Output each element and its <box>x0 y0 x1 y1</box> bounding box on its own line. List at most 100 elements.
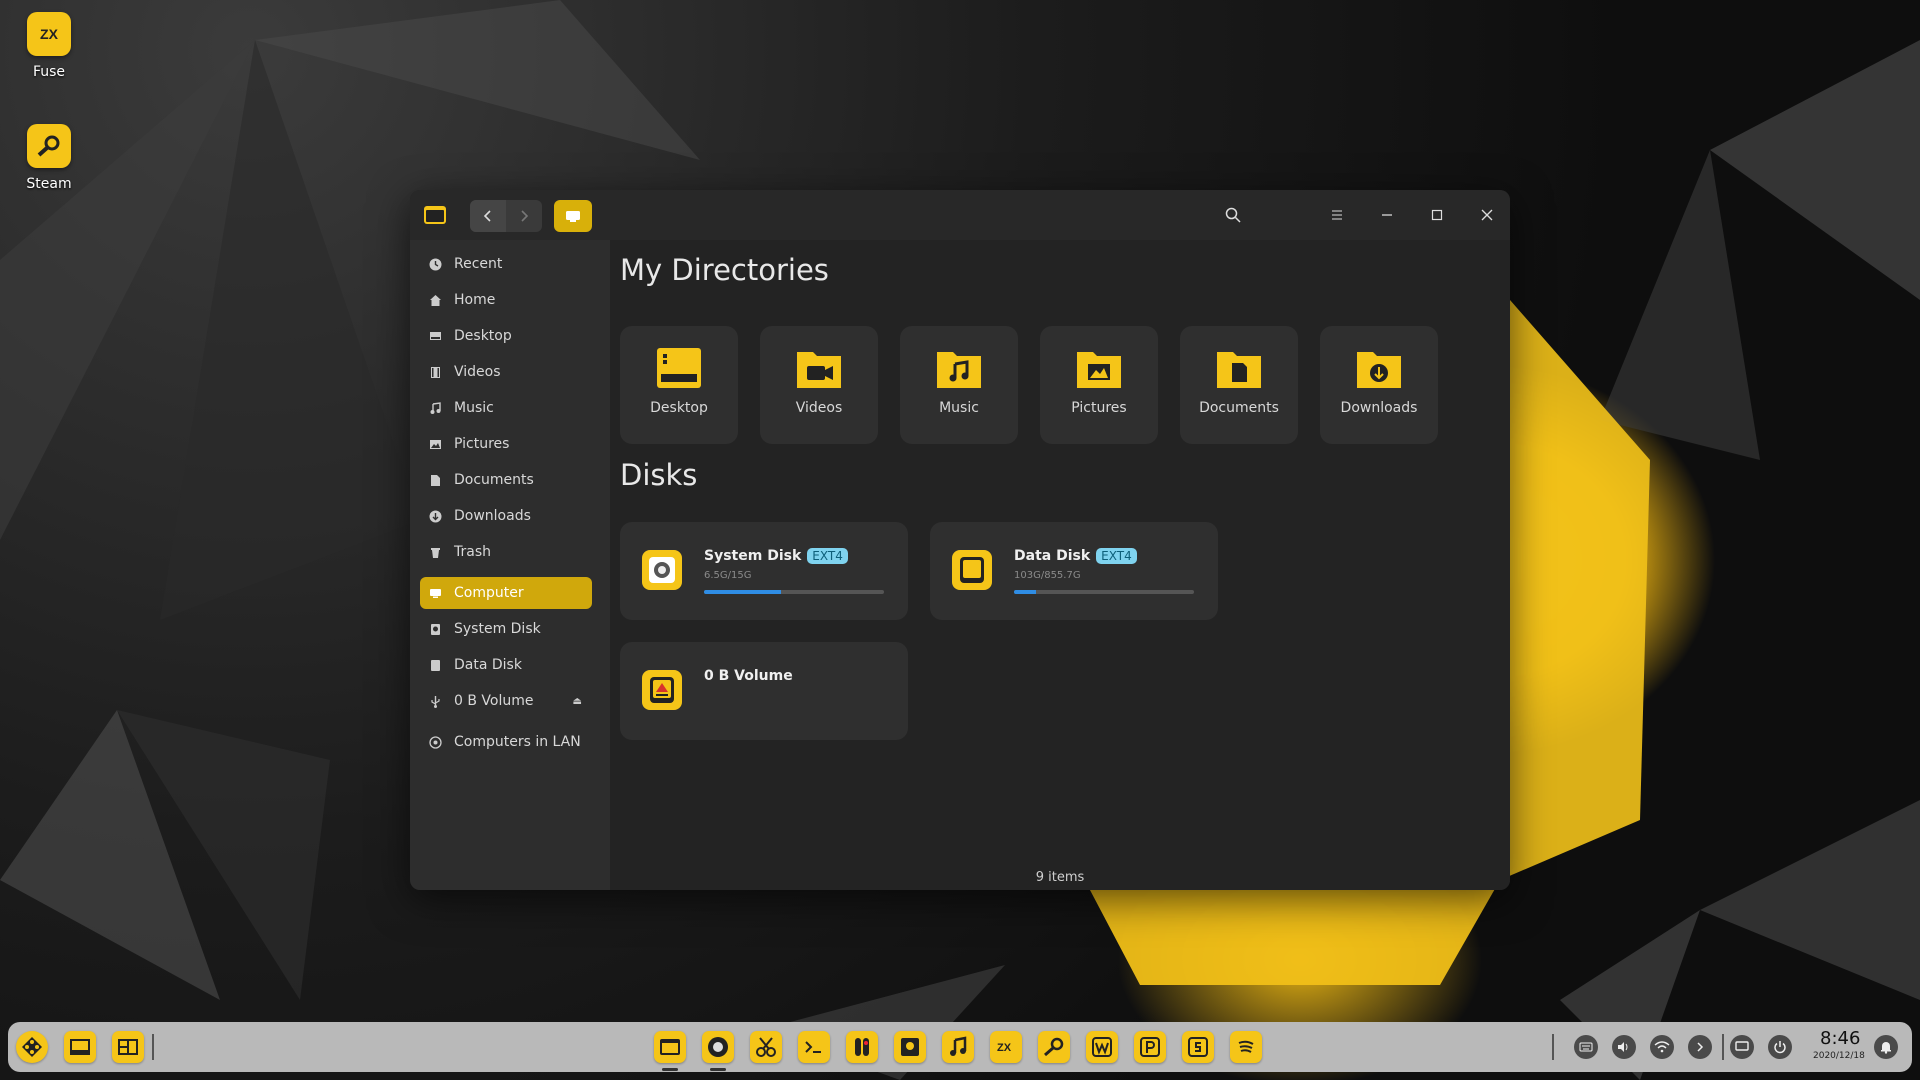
pictures-folder-icon <box>1077 352 1121 388</box>
dir-tile-music[interactable]: Music <box>900 326 1018 444</box>
disk-icon <box>428 622 442 636</box>
music-note-icon <box>428 401 442 415</box>
sidebar-item-lan[interactable]: Computers in LAN <box>420 726 592 758</box>
maximize-button[interactable] <box>1424 202 1450 228</box>
desktop-icon-label: Fuse <box>32 64 66 80</box>
keyboard-icon[interactable] <box>1574 1035 1598 1059</box>
dir-tile-desktop[interactable]: Desktop <box>620 326 738 444</box>
chevron-left-icon <box>483 210 491 222</box>
clock-date[interactable]: 2020/12/18 <box>1813 1051 1865 1061</box>
control-icon <box>855 1038 869 1056</box>
show-desktop-button[interactable] <box>64 1031 96 1063</box>
disk-card-volume[interactable]: 0 B Volume <box>620 642 908 740</box>
clock-time[interactable]: 8:46 <box>1820 1028 1860 1049</box>
desktop-icon-label: Steam <box>26 176 72 192</box>
launcher-icon <box>22 1037 42 1057</box>
taskbar-app-terminal[interactable] <box>798 1031 830 1063</box>
steam-icon <box>27 124 71 168</box>
sidebar-item-label: Desktop <box>454 328 512 344</box>
notification-bell-icon[interactable] <box>1874 1035 1898 1059</box>
sidebar-item-system-disk[interactable]: System Disk <box>420 613 592 645</box>
svg-text:ZX: ZX <box>997 1042 1012 1054</box>
minimize-button[interactable] <box>1374 202 1400 228</box>
sidebar-item-pictures[interactable]: Pictures <box>420 428 592 460</box>
close-icon <box>1481 209 1493 221</box>
usb-icon <box>428 694 442 708</box>
fs-badge: EXT4 <box>1096 548 1137 564</box>
taskbar-app-music[interactable] <box>942 1031 974 1063</box>
screenshot-icon <box>756 1037 776 1057</box>
browser-icon <box>708 1037 728 1057</box>
film-icon <box>428 365 442 379</box>
dir-tile-pictures[interactable]: Pictures <box>1040 326 1158 444</box>
dir-tile-label: Downloads <box>1340 400 1418 416</box>
dir-tile-downloads[interactable]: Downloads <box>1320 326 1438 444</box>
power-icon[interactable] <box>1768 1035 1792 1059</box>
close-button[interactable] <box>1474 202 1500 228</box>
sidebar-item-downloads[interactable]: Downloads <box>420 500 592 532</box>
music-folder-icon <box>937 352 981 388</box>
disk-usage-bar <box>1014 590 1194 594</box>
disk-card-system[interactable]: System Disk EXT4 6.5G/15G <box>620 522 908 620</box>
videos-folder-icon <box>797 352 841 388</box>
disk-usage-bar <box>704 590 884 594</box>
taskbar-app-file-manager[interactable] <box>654 1031 686 1063</box>
image-icon <box>428 437 442 451</box>
sidebar-item-documents[interactable]: Documents <box>420 464 592 496</box>
disk-card-data[interactable]: Data Disk EXT4 103G/855.7G <box>930 522 1218 620</box>
dir-tile-documents[interactable]: Documents <box>1180 326 1298 444</box>
taskbar-app-control[interactable] <box>846 1031 878 1063</box>
desktop-icon-steam[interactable]: Steam <box>14 124 84 192</box>
taskbar-app-fuse[interactable]: ZX <box>990 1031 1022 1063</box>
menu-button[interactable] <box>1324 202 1350 228</box>
chevron-right-icon[interactable] <box>1688 1035 1712 1059</box>
minimize-icon <box>1382 214 1392 216</box>
sidebar-item-trash[interactable]: Trash <box>420 536 592 568</box>
wifi-icon[interactable] <box>1650 1035 1674 1059</box>
taskbar: ZX 8:46 2020/12/18 <box>8 1022 1912 1072</box>
sidebar-item-label: Data Disk <box>454 657 522 673</box>
taskbar-app-writer[interactable] <box>1086 1031 1118 1063</box>
dir-tile-label: Pictures <box>1071 400 1127 416</box>
back-button[interactable] <box>470 200 506 232</box>
sidebar-item-label: Music <box>454 400 494 416</box>
sidebar-item-data-disk[interactable]: Data Disk <box>420 649 592 681</box>
taskbar-app-screenshot[interactable] <box>750 1031 782 1063</box>
download-icon <box>428 509 442 523</box>
taskbar-app-spotify[interactable] <box>1230 1031 1262 1063</box>
desktop-icon-fuse[interactable]: ZX Fuse <box>14 12 84 80</box>
music-icon <box>950 1036 967 1056</box>
sidebar-item-home[interactable]: Home <box>420 284 592 316</box>
display-icon[interactable] <box>1730 1035 1754 1059</box>
file-manager-icon <box>660 1039 680 1055</box>
sidebar-item-videos[interactable]: Videos <box>420 356 592 388</box>
sidebar-item-desktop[interactable]: Desktop <box>420 320 592 352</box>
forward-button[interactable] <box>506 200 542 232</box>
file-manager-window: Recent Home Desktop Videos Music Picture… <box>410 190 1510 890</box>
main-content: My Directories Desktop Videos Music Pict… <box>610 240 1510 890</box>
taskbar-app-presentation[interactable] <box>1134 1031 1166 1063</box>
chevron-right-icon <box>521 210 529 222</box>
taskbar-app-steam[interactable] <box>1038 1031 1070 1063</box>
multitask-view-button[interactable] <box>112 1031 144 1063</box>
volume-icon[interactable] <box>1612 1035 1636 1059</box>
sidebar-item-music[interactable]: Music <box>420 392 592 424</box>
launcher-button[interactable] <box>16 1031 48 1063</box>
fuse-app-icon: ZX <box>27 12 71 56</box>
eject-icon[interactable]: ⏏ <box>573 696 582 707</box>
search-button[interactable] <box>1220 202 1246 228</box>
nav-buttons <box>470 200 542 232</box>
sidebar-item-computer[interactable]: Computer <box>420 577 592 609</box>
breadcrumb-computer[interactable] <box>554 200 592 232</box>
taskbar-separator <box>1552 1034 1554 1060</box>
taskbar-app-spreadsheet[interactable] <box>1182 1031 1214 1063</box>
taskbar-app-album[interactable] <box>894 1031 926 1063</box>
sidebar-item-recent[interactable]: Recent <box>420 248 592 280</box>
steam-icon <box>1044 1037 1064 1057</box>
dir-tile-videos[interactable]: Videos <box>760 326 878 444</box>
terminal-icon <box>805 1041 821 1053</box>
computer-icon <box>566 211 580 222</box>
taskbar-app-browser[interactable] <box>702 1031 734 1063</box>
clock-icon <box>428 257 442 271</box>
sidebar-item-volume[interactable]: 0 B Volume ⏏ <box>420 685 592 717</box>
